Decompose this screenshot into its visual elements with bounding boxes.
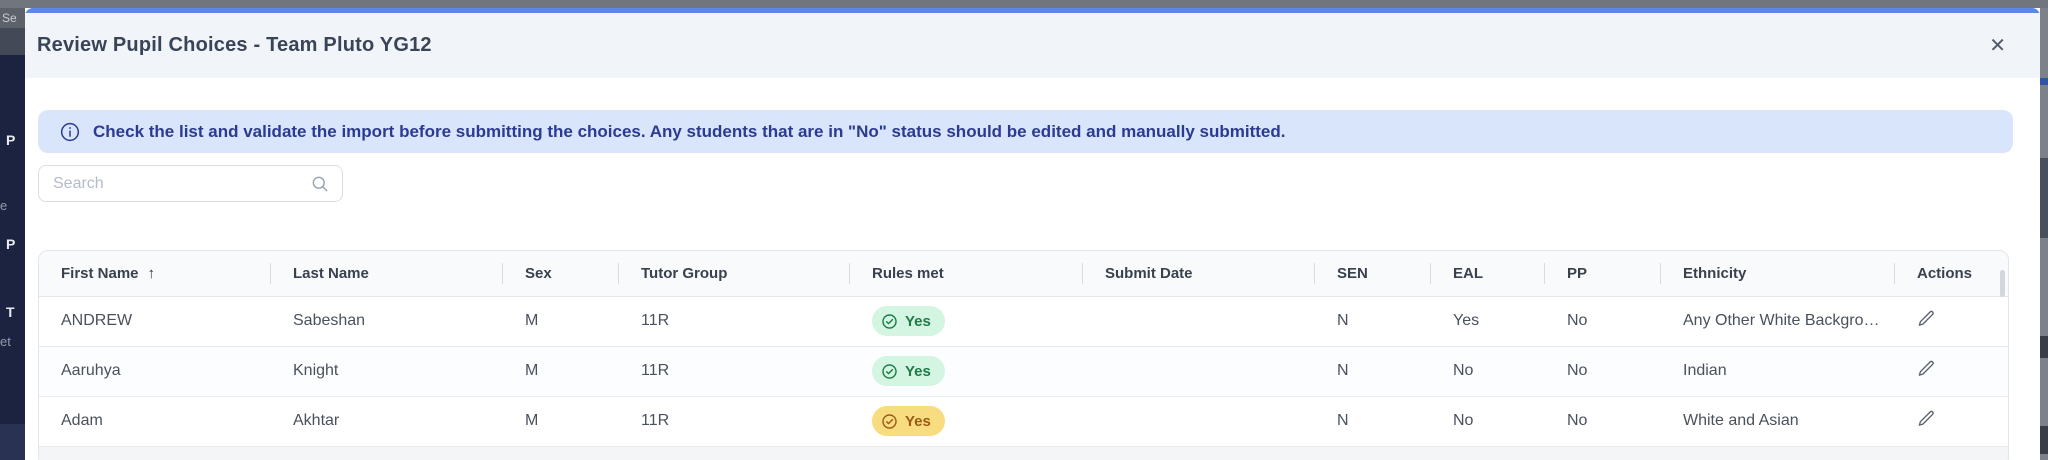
info-banner-text: Check the list and validate the import b… [93,121,1286,141]
rules-met-badge: Yes [872,356,945,386]
cell-sex: M [503,395,619,446]
cell-eal: Yes [1431,296,1545,346]
background-sidebar-fragment [0,424,25,460]
cell-rules-met: Yes [850,395,1083,446]
background-fragment [2040,78,2048,85]
cell-tutor-group: 11R [619,345,850,396]
close-button[interactable]: ✕ [1989,36,2006,56]
cell-eal: No [1431,395,1545,446]
column-header-actions: Actions [1895,251,2008,297]
background-sidebar-fragment: Se [0,8,25,28]
edit-button[interactable] [1917,409,1936,428]
cell-sex: M [503,296,619,346]
rules-met-badge: Yes [872,406,945,437]
background-fragment [2040,426,2048,454]
cell-pp: No [1545,345,1661,396]
cell-ethnicity: Indian [1661,345,1895,396]
background-sidebar-fragment [0,28,25,55]
cell-pp: No [1545,395,1661,446]
edit-button[interactable] [1917,309,1936,328]
rules-met-badge: Yes [872,306,945,336]
edit-button[interactable] [1917,359,1936,378]
cell-first-name: Adam [39,395,271,446]
cell-rules-met: Yes [850,345,1083,396]
cell-submit-date [1083,395,1315,446]
background-sidebar-fragment: P [6,236,16,252]
modal-title: Review Pupil Choices - Team Pluto YG12 [37,34,432,56]
cell-last-name: Sabeshan [271,296,503,346]
table-row: Adam Akhtar M 11R Yes N No No White and … [39,395,2008,446]
background-overlay-top [0,0,2048,8]
cell-first-name: Aaruhya [39,345,271,396]
column-header-tutor-group[interactable]: Tutor Group [619,251,850,297]
info-icon [60,122,80,141]
modal-body: Check the list and validate the import b… [25,110,2040,460]
cell-sen: N [1315,296,1431,346]
table-scrollbar[interactable] [2000,270,2005,297]
cell-eal: No [1431,345,1545,396]
column-header-pp[interactable]: PP [1545,251,1661,297]
check-circle-icon [882,414,897,429]
review-pupil-choices-modal: Review Pupil Choices - Team Pluto YG12 ✕… [25,8,2040,460]
info-banner: Check the list and validate the import b… [38,110,2013,153]
background-sidebar-fragment: e [0,198,8,213]
cell-actions [1895,345,2008,396]
search-box [38,165,343,202]
background-fragment [2040,336,2048,358]
cell-actions [1895,296,2008,346]
check-circle-icon [882,313,897,329]
close-icon: ✕ [1989,34,2006,57]
sort-ascending-icon: ↑ [147,264,156,282]
cell-last-name: Akhtar [271,395,503,446]
column-header-first-name[interactable]: First Name ↑ [39,251,271,297]
column-header-last-name[interactable]: Last Name [271,251,503,297]
pencil-icon [1918,411,1934,427]
background-sidebar-fragment: T [6,304,15,320]
cell-rules-met: Yes [850,296,1083,346]
search-icon [312,176,328,191]
cell-tutor-group: 11R [619,395,850,446]
table-row: ANDREW Sabeshan M 11R Yes N Yes No Any O… [39,296,2008,346]
background-fragment [2040,158,2048,238]
column-header-sen[interactable]: SEN [1315,251,1431,297]
cell-tutor-group: 11R [619,296,850,346]
cell-sen: N [1315,345,1431,396]
table-row-partial [39,446,2008,460]
column-header-rules-met[interactable]: Rules met [850,251,1083,297]
cell-first-name: ANDREW [39,296,271,346]
cell-sex: M [503,345,619,396]
background-sidebar-fragment: P [6,132,16,148]
cell-actions [1895,395,2008,446]
pencil-icon [1918,360,1934,376]
pupil-choices-table: First Name ↑ Last Name Sex Tutor Group Ru… [38,250,2009,460]
background-overlay-right [2040,8,2048,460]
check-circle-icon [882,363,897,379]
cell-ethnicity: White and Asian [1661,395,1895,446]
search-input[interactable] [51,173,310,194]
background-sidebar: Se P e P T et [0,0,25,460]
cell-sen: N [1315,395,1431,446]
column-header-eal[interactable]: EAL [1431,251,1545,297]
table-header-row: First Name ↑ Last Name Sex Tutor Group Ru… [39,251,2008,297]
background-sidebar-fragment: et [0,334,11,349]
cell-submit-date [1083,345,1315,396]
cell-last-name: Knight [271,345,503,396]
column-header-sex[interactable]: Sex [503,251,619,297]
column-header-submit-date[interactable]: Submit Date [1083,251,1315,297]
cell-pp: No [1545,296,1661,346]
modal-header: Review Pupil Choices - Team Pluto YG12 ✕ [25,13,2040,78]
cell-ethnicity: Any Other White Backgro… [1661,296,1895,346]
column-header-ethnicity[interactable]: Ethnicity [1661,251,1895,297]
table-row: Aaruhya Knight M 11R Yes N No No Indian [39,345,2008,396]
cell-submit-date [1083,296,1315,346]
pencil-icon [1918,310,1934,326]
